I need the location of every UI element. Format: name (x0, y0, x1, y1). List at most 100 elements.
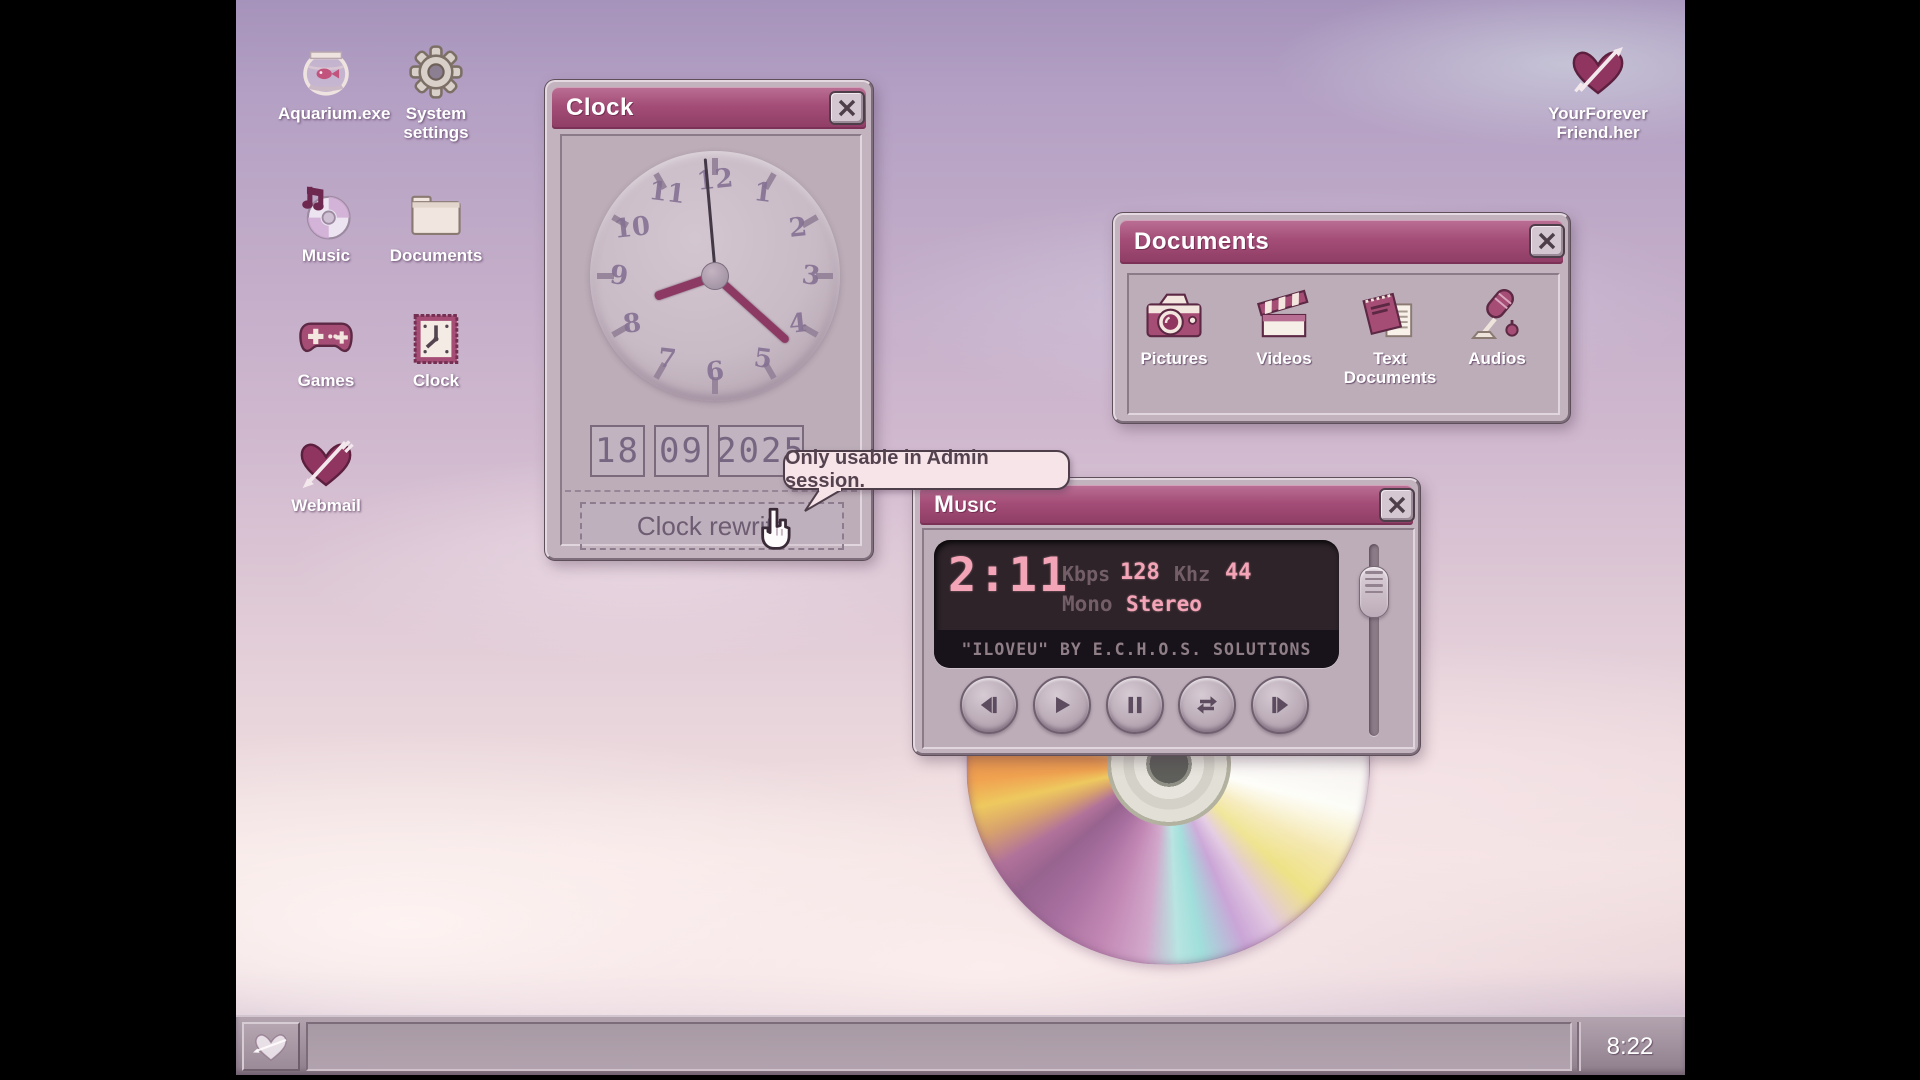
desktop-icon-aquarium[interactable]: Aquarium.exe (278, 43, 374, 123)
desktop-icon-system-settings[interactable]: System settings (388, 43, 484, 142)
desktop: Aquarium.exe System settings (236, 0, 1685, 1075)
pause-icon (1122, 692, 1148, 718)
gamepad-icon (297, 310, 355, 368)
gear-icon (407, 43, 465, 101)
repeat-icon (1193, 691, 1221, 719)
documents-item-pictures[interactable]: Pictures (1122, 283, 1226, 413)
date-day-field[interactable]: 18 (590, 425, 645, 477)
documents-item-audios[interactable]: Audios (1445, 283, 1549, 413)
date-month-field[interactable]: 09 (654, 425, 709, 477)
pause-button[interactable] (1106, 676, 1164, 734)
desktop-icon-label: Music (278, 246, 374, 265)
clock-numeral: 9 (608, 260, 630, 292)
desktop-icon-webmail[interactable]: Webmail (278, 435, 374, 515)
clock-numeral: 1 (752, 177, 774, 209)
clock-hub (701, 262, 729, 290)
documents-item-label: Pictures (1122, 349, 1226, 368)
repeat-button[interactable] (1178, 676, 1236, 734)
analog-clock-face: 12 1 2 3 4 5 6 7 8 9 10 11 (590, 151, 840, 401)
clock-numeral: 5 (752, 343, 774, 375)
desktop-icon-label: Documents (388, 246, 484, 265)
wall-clock-icon (407, 310, 465, 368)
volume-slider-thumb[interactable] (1359, 566, 1389, 618)
play-icon (1049, 692, 1075, 718)
documents-item-videos[interactable]: Videos (1232, 283, 1336, 413)
lcd-kbps-value: 128 (1120, 560, 1160, 585)
folder-icon (407, 185, 465, 243)
music-lcd-display: 2:11 Kbps 128 Khz 44 Mono Stereo "ILOVEU… (934, 540, 1339, 668)
lcd-track-title: "ILOVEU" BY E.C.H.O.S. SOLUTIONS (962, 640, 1312, 659)
tooltip: Only usable in Admin session. (783, 450, 1070, 490)
close-icon (1536, 231, 1558, 251)
clock-numeral: 6 (704, 356, 725, 388)
desktop-icon-music[interactable]: Music (278, 185, 374, 265)
taskbar-clock-text: 8:22 (1607, 1033, 1654, 1061)
clock-numeral: 3 (800, 260, 822, 292)
notepad-icon (1360, 285, 1420, 345)
desktop-icon-label: Aquarium.exe (278, 104, 374, 123)
taskbar: 8:22 (236, 1015, 1685, 1075)
clock-window-close-button[interactable] (829, 91, 865, 125)
music-window: Music 2:11 Kbps 128 Khz 44 Mono Stereo "… (913, 478, 1420, 755)
tooltip-tail (803, 488, 845, 512)
camera-icon (1144, 285, 1204, 345)
desktop-icon-label: Clock (388, 371, 484, 390)
documents-item-label: Text Documents (1338, 349, 1442, 387)
close-icon (836, 98, 858, 118)
microphone-icon (1467, 285, 1527, 345)
desktop-icon-label: Webmail (278, 496, 374, 515)
desktop-icon-games[interactable]: Games (278, 310, 374, 390)
previous-button[interactable] (960, 676, 1018, 734)
tooltip-text: Only usable in Admin session. (785, 447, 1068, 493)
hand-cursor (755, 506, 795, 552)
music-window-title: Music (934, 491, 997, 519)
documents-item-text-documents[interactable]: Text Documents (1338, 283, 1442, 413)
clock-numeral: 2 (787, 212, 808, 244)
clock-numeral: 7 (656, 343, 678, 375)
clock-numeral: 12 (695, 163, 734, 197)
documents-window: Documents Pictures (1113, 213, 1570, 423)
date-month-value: 09 (659, 431, 704, 471)
documents-item-label: Videos (1232, 349, 1336, 368)
clapperboard-icon (1254, 285, 1314, 345)
desktop-icon-label: Games (278, 371, 374, 390)
desktop-icon-label: YourForever Friend.her (1543, 104, 1653, 142)
lcd-khz-label: Khz (1174, 562, 1210, 586)
desktop-icon-label: System settings (388, 104, 484, 142)
close-icon (1386, 495, 1408, 515)
grip-line (1365, 584, 1383, 587)
clock-numeral: 11 (647, 176, 687, 210)
play-button[interactable] (1033, 676, 1091, 734)
next-icon (1267, 692, 1293, 718)
documents-item-label: Audios (1445, 349, 1549, 368)
lcd-kbps-label: Kbps (1062, 562, 1110, 586)
taskbar-tray[interactable] (306, 1022, 1572, 1071)
lcd-stereo-label: Stereo (1126, 592, 1202, 616)
lcd-khz-value: 44 (1225, 560, 1252, 585)
clock-numeral: 4 (787, 308, 808, 340)
lcd-mono-label: Mono (1062, 592, 1113, 616)
desktop-icon-clock[interactable]: Clock (388, 310, 484, 390)
documents-window-titlebar[interactable]: Documents (1120, 220, 1563, 264)
documents-window-title: Documents (1134, 228, 1269, 256)
date-day-value: 18 (595, 431, 640, 471)
grip-line (1365, 578, 1383, 581)
music-cd-icon (297, 185, 355, 243)
heart-arrow-icon (1569, 43, 1627, 101)
start-button[interactable] (242, 1022, 300, 1071)
grip-line (1365, 591, 1383, 594)
heart-arrow-icon (297, 435, 355, 493)
desktop-icon-documents[interactable]: Documents (388, 185, 484, 265)
clock-window-titlebar[interactable]: Clock (552, 87, 866, 129)
start-heart-icon (250, 1031, 292, 1063)
grip-line (1365, 571, 1383, 574)
desktop-icon-yourforever-friend[interactable]: YourForever Friend.her (1543, 43, 1653, 142)
clock-numeral: 10 (612, 211, 651, 245)
taskbar-clock[interactable]: 8:22 (1577, 1022, 1681, 1071)
fishbowl-icon (297, 43, 355, 101)
clock-numeral: 8 (621, 308, 642, 340)
documents-window-close-button[interactable] (1529, 224, 1565, 258)
lcd-track-strip: "ILOVEU" BY E.C.H.O.S. SOLUTIONS (934, 630, 1339, 668)
next-button[interactable] (1251, 676, 1309, 734)
music-window-close-button[interactable] (1379, 488, 1415, 522)
